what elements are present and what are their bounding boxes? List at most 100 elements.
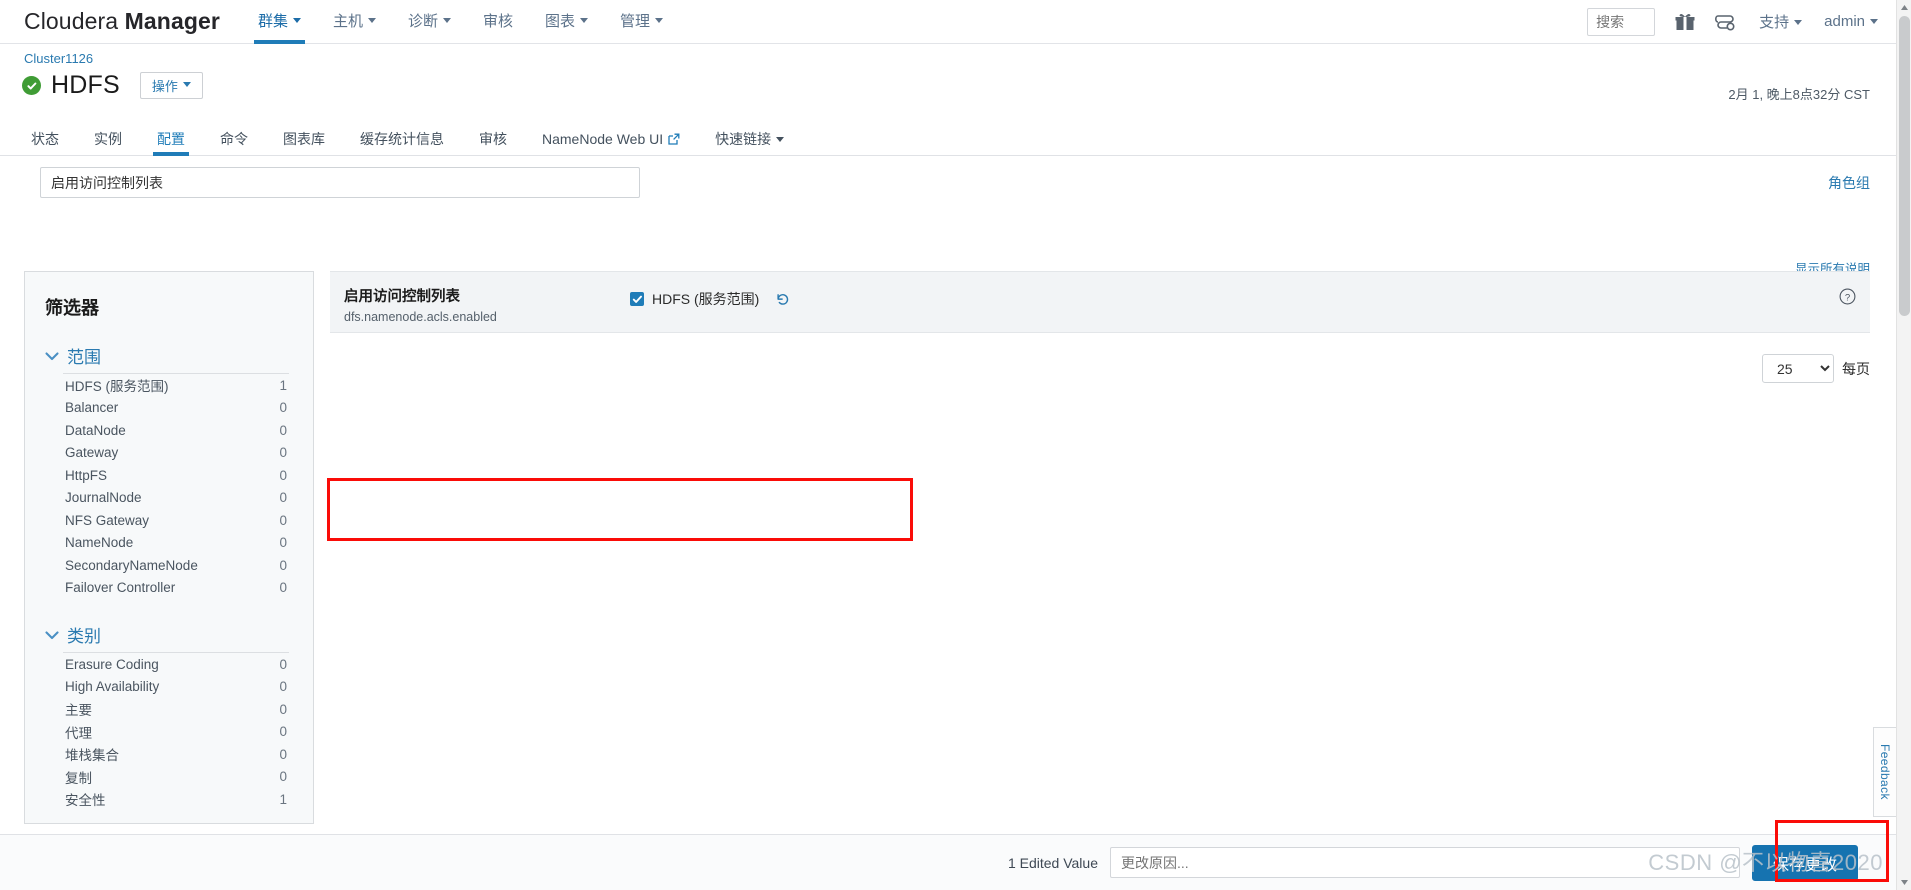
filter-row[interactable]: Balancer 0 [25,397,313,420]
role-groups-link[interactable]: 角色组 [1828,173,1870,193]
filter-row-label: Failover Controller [65,580,176,596]
filter-row[interactable]: JournalNode 0 [25,487,313,510]
external-link-icon [668,133,680,147]
filter-row[interactable]: 主要 0 [25,698,313,721]
filter-row[interactable]: 堆栈集合 0 [25,743,313,766]
filter-row-label: Gateway [65,445,119,461]
filter-row-label: DataNode [65,422,126,438]
page-scrollbar[interactable] [1896,0,1911,890]
filter-row[interactable]: 代理 0 [25,721,313,744]
filter-row[interactable]: Erasure Coding 0 [25,653,313,676]
tab-label: 审核 [479,131,507,147]
checkbox-scope-label: HDFS (服务范围) [652,291,760,307]
tab-2[interactable]: 配置 [144,132,198,156]
save-changes-button[interactable]: 保存更改 [1751,844,1858,881]
top-nav-right: 支持 admin [1587,7,1896,36]
help-circle-icon[interactable]: ? [1839,288,1856,308]
filter-row-label: SecondaryNameNode [65,557,198,573]
filter-row-count: 0 [279,445,287,461]
edited-values-count: 1 Edited Value [1007,854,1098,871]
filter-row-count: 0 [279,679,287,695]
enable-acls-checkbox[interactable] [630,292,644,306]
filter-row-label: 主要 [65,703,92,719]
filter-row[interactable]: SecondaryNameNode 0 [25,554,313,577]
filter-row[interactable]: HttpFS 0 [25,464,313,487]
filter-row[interactable]: DataNode 0 [25,419,313,442]
filter-groups: 范围 HDFS (服务范围) 1 Balancer 0 DataNode 0 Gateway 0… [25,343,313,811]
app-logo[interactable]: Cloudera Manager [24,8,220,35]
filter-row-count: 1 [279,377,287,393]
svg-text:?: ? [1845,292,1850,303]
nav-item-4[interactable]: 图表 [529,0,604,44]
chevron-down-icon [1870,18,1878,24]
filters-title: 筛选器 [45,298,99,318]
tab-8[interactable]: 快速链接 [702,132,797,155]
filter-row-count: 1 [279,791,287,807]
filter-row[interactable]: 安全性 1 [25,788,313,811]
tab-4[interactable]: 图表库 [270,132,338,155]
per-page-label: 每页 [1842,360,1870,377]
top-navigation-bar: Cloudera Manager 群集 主机 诊断 审核 图表 管理 搜索 支持… [0,0,1896,44]
chevron-down-icon [655,18,664,24]
filter-row-count: 0 [279,701,287,717]
nav-item-2[interactable]: 诊断 [392,0,467,44]
nav-item-label: 主机 [332,12,363,30]
filter-group-header-1[interactable]: 类别 [25,622,313,652]
chevron-down-icon [776,136,785,142]
feedback-tab[interactable]: Feedback [1873,727,1897,817]
global-search-input[interactable] [1587,7,1656,36]
tab-5[interactable]: 缓存统计信息 [347,132,457,155]
tab-label: 实例 [94,131,122,147]
tab-0[interactable]: 状态 [18,132,72,155]
nav-item-5[interactable]: 管理 [604,0,679,44]
filter-row-count: 0 [279,422,287,438]
scrollbar-thumb[interactable] [1899,16,1910,316]
tab-3[interactable]: 命令 [207,132,261,155]
config-search-input[interactable] [40,167,640,198]
brand-light-text: Cloudera [24,8,125,34]
config-search-bar: 角色组 [0,156,1896,208]
support-menu[interactable]: 支持 [1759,11,1803,32]
support-label: 支持 [1759,14,1790,31]
nav-item-1[interactable]: 主机 [317,0,392,44]
undo-icon[interactable] [775,292,790,307]
config-property-title: 启用访问控制列表 [344,289,460,305]
filter-row-label: Balancer [65,400,119,416]
filter-row[interactable]: NameNode 0 [25,532,313,555]
filter-row-count: 0 [279,724,287,740]
actions-button[interactable]: 操作 [139,72,203,99]
filter-row-label: 堆栈集合 [65,748,119,764]
user-menu[interactable]: admin [1824,13,1878,30]
save-changes-bar: 1 Edited Value 保存更改 [0,834,1896,890]
chevron-down-icon [580,18,589,24]
change-reason-input[interactable] [1109,847,1740,878]
tab-label: 命令 [220,131,248,147]
filter-row-count: 0 [279,746,287,762]
filter-row[interactable]: HDFS (服务范围) 1 [25,374,313,397]
tab-7[interactable]: NameNode Web UI [529,132,693,155]
tab-6[interactable]: 审核 [466,132,520,155]
filter-row[interactable]: Gateway 0 [25,442,313,465]
last-updated-timestamp: 2月 1, 晚上8点32分 CST [1728,87,1870,102]
scroll-up-arrow[interactable] [1897,0,1911,15]
filter-row[interactable]: High Availability 0 [25,676,313,699]
filter-row[interactable]: Failover Controller 0 [25,577,313,600]
filter-row[interactable]: NFS Gateway 0 [25,509,313,532]
tab-label: 缓存统计信息 [360,131,444,147]
page-title: HDFS [51,71,120,99]
gift-icon[interactable] [1675,12,1695,32]
filter-group-1: 类别 Erasure Coding 0 High Availability 0 主要 0 代理… [25,622,313,811]
nav-item-0[interactable]: 群集 [242,0,317,44]
filter-row-label: High Availability [65,679,160,695]
filter-row-count: 0 [279,467,287,483]
filter-row[interactable]: 复制 0 [25,766,313,789]
parcel-icon[interactable] [1715,12,1737,32]
tab-1[interactable]: 实例 [81,132,135,155]
nav-item-3[interactable]: 审核 [467,0,529,44]
per-page-select[interactable]: 2550100 [1762,354,1834,383]
breadcrumb-cluster[interactable]: Cluster1126 [24,51,93,66]
filter-group-header-0[interactable]: 范围 [25,343,313,373]
scroll-down-arrow[interactable] [1897,875,1911,890]
global-nav-items: 群集 主机 诊断 审核 图表 管理 [242,0,679,44]
filter-row-count: 0 [279,512,287,528]
